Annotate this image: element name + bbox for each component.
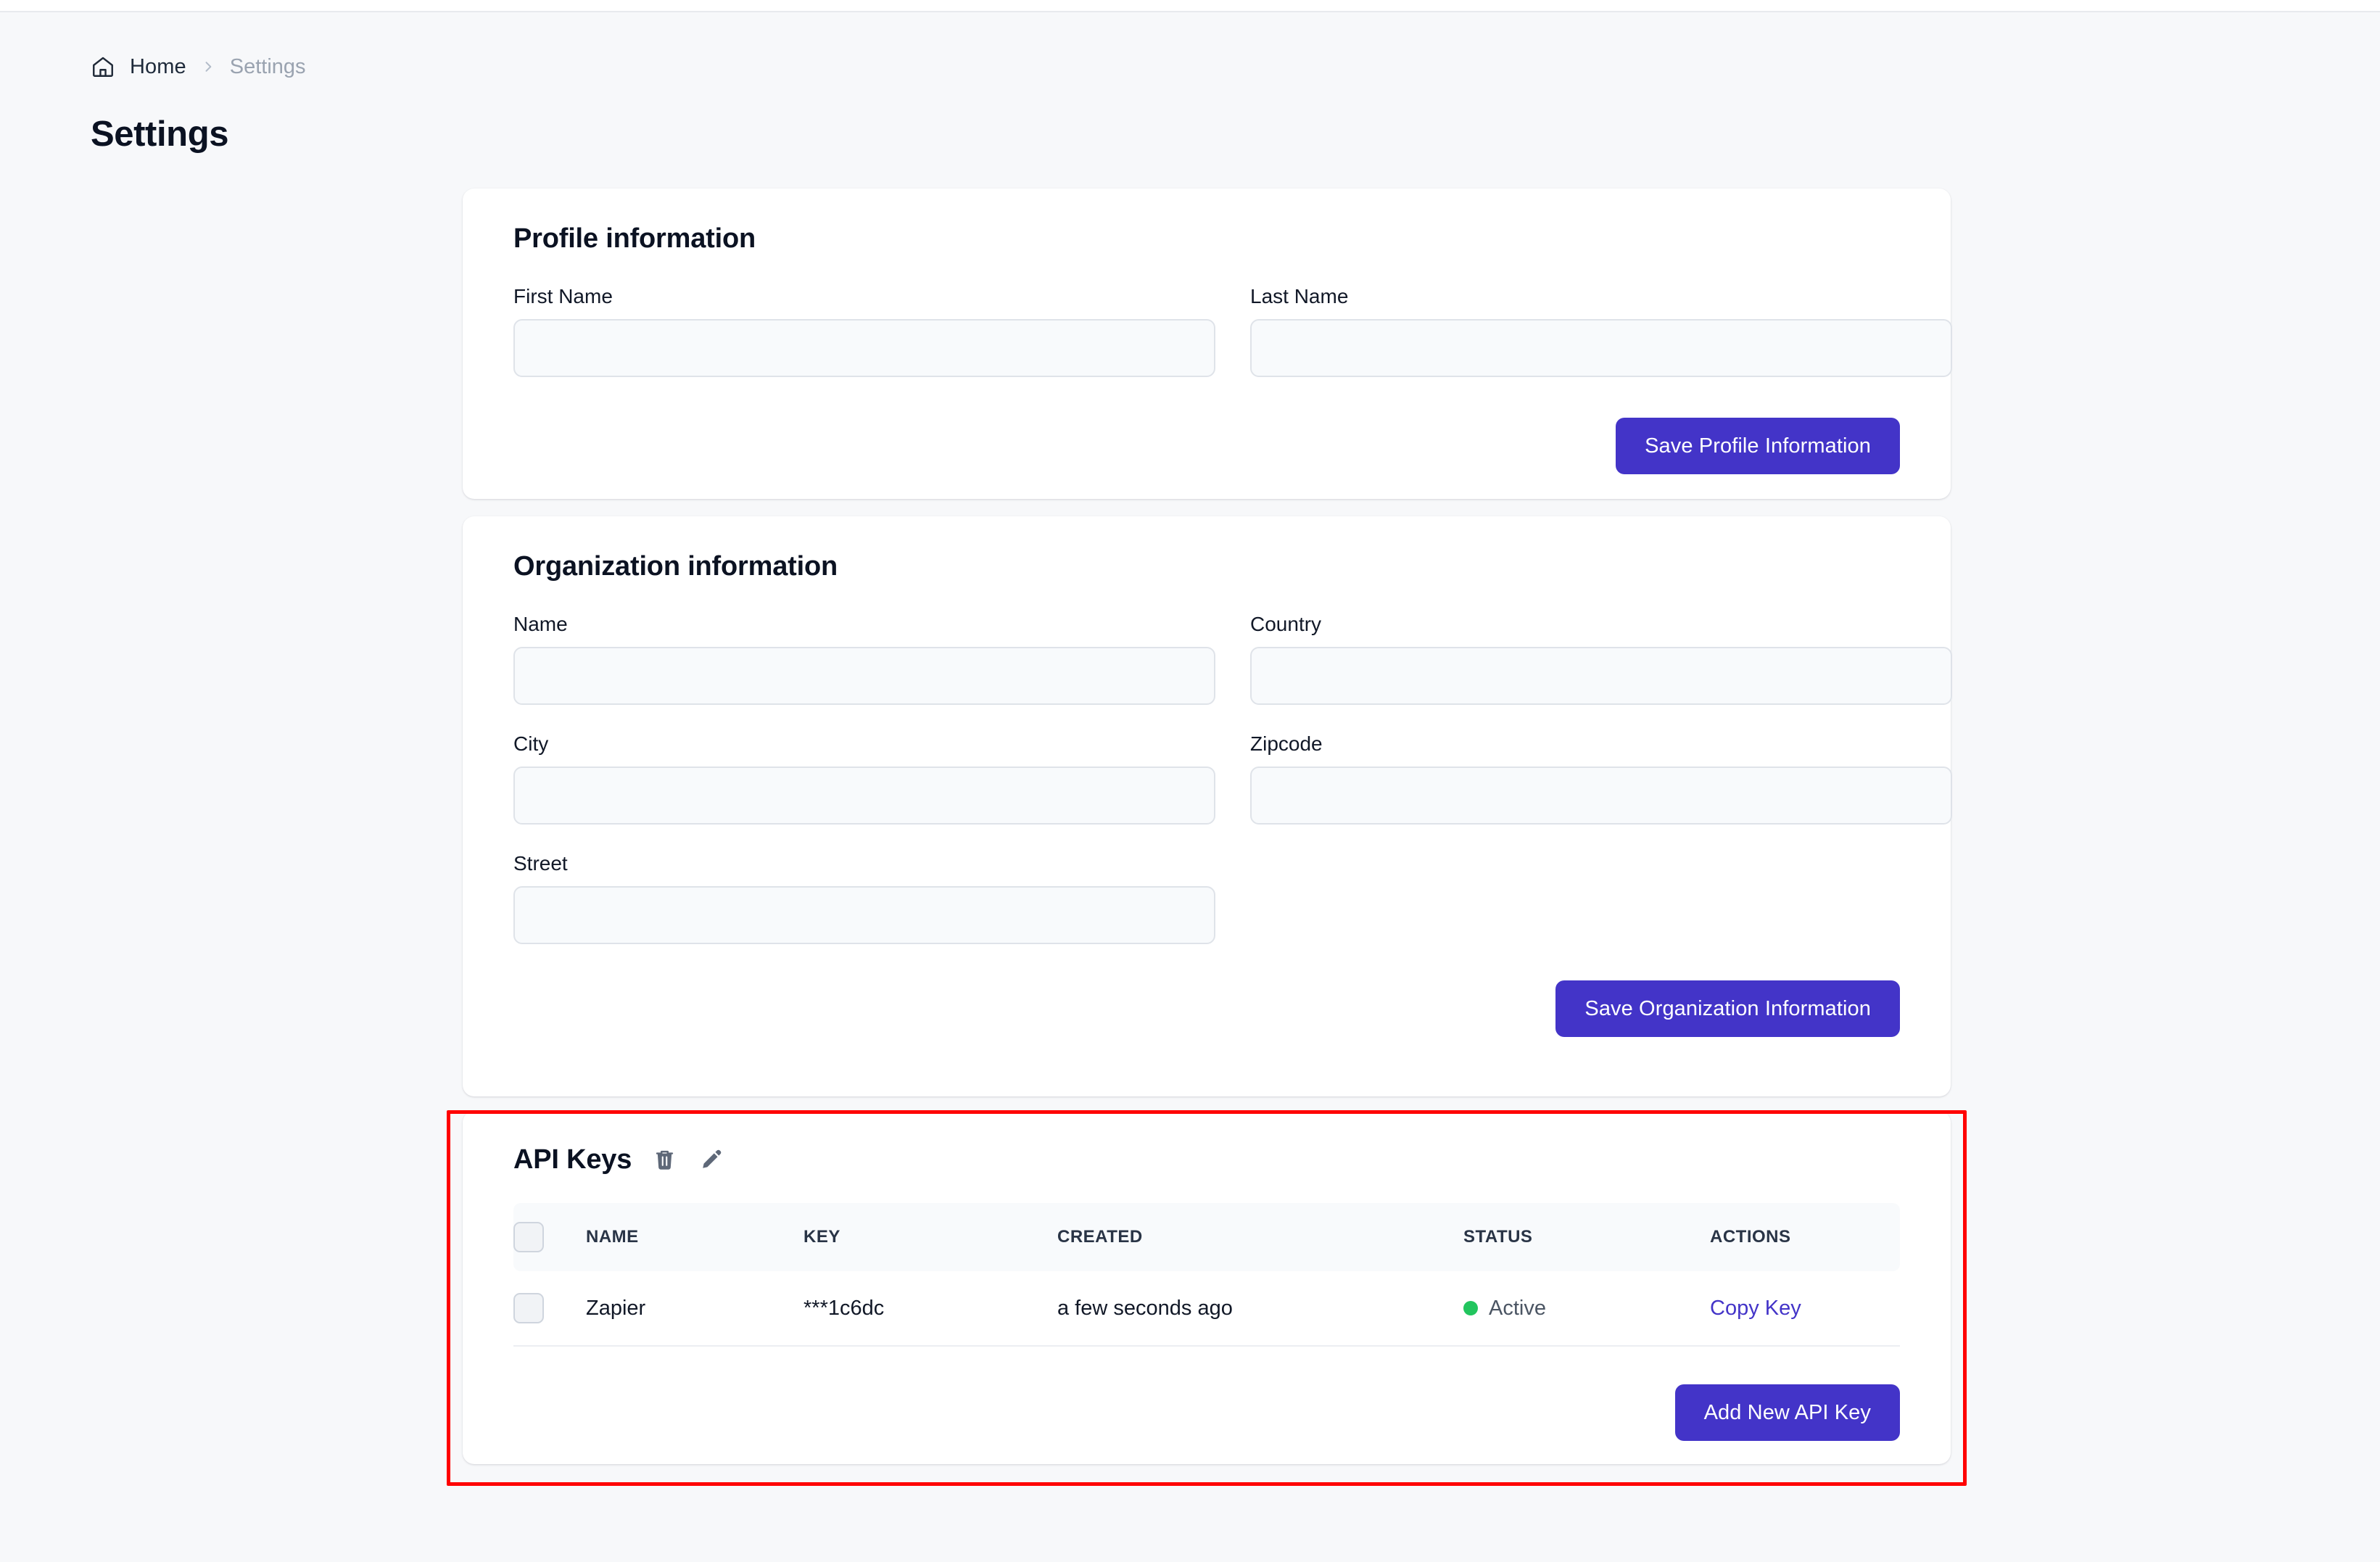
city-input[interactable]: [513, 766, 1215, 825]
breadcrumb: Home Settings: [91, 54, 306, 79]
save-profile-information-button[interactable]: Save Profile Information: [1616, 418, 1900, 474]
select-all-checkbox[interactable]: [513, 1222, 544, 1252]
copy-key-link[interactable]: Copy Key: [1710, 1297, 1801, 1320]
breadcrumb-home-link[interactable]: Home: [130, 55, 186, 79]
row-actions-cell: Copy Key: [1710, 1271, 1900, 1346]
city-field-group: City: [513, 732, 1215, 825]
select-all-header: [513, 1203, 586, 1271]
home-icon[interactable]: [91, 54, 115, 79]
page-title: Settings: [91, 114, 228, 154]
column-header-created: CREATED: [1057, 1203, 1463, 1271]
chevron-right-icon: [201, 59, 215, 74]
organization-card-title: Organization information: [513, 551, 1900, 582]
org-name-label: Name: [513, 613, 1215, 636]
country-input[interactable]: [1250, 647, 1952, 705]
zipcode-label: Zipcode: [1250, 732, 1952, 756]
street-input[interactable]: [513, 886, 1215, 944]
pencil-icon[interactable]: [697, 1146, 724, 1174]
row-key: ***1c6dc: [803, 1271, 1057, 1346]
row-name: Zapier: [586, 1271, 803, 1346]
profile-card-title: Profile information: [513, 223, 1900, 255]
save-organization-information-button[interactable]: Save Organization Information: [1555, 980, 1900, 1037]
profile-information-card: Profile information First Name Last Name…: [463, 189, 1951, 499]
street-field-group: Street: [513, 852, 1215, 944]
city-label: City: [513, 732, 1215, 756]
column-header-name: NAME: [586, 1203, 803, 1271]
api-keys-table-body: Zapier ***1c6dc a few seconds ago Active…: [513, 1271, 1900, 1346]
organization-fields-row-2: City Zipcode: [513, 732, 1900, 825]
row-created: a few seconds ago: [1057, 1271, 1463, 1346]
organization-actions: Save Organization Information: [513, 980, 1900, 1037]
first-name-field-group: First Name: [513, 285, 1215, 377]
column-header-actions: ACTIONS: [1710, 1203, 1900, 1271]
organization-fields-row-3: Street: [513, 852, 1900, 944]
last-name-input[interactable]: [1250, 319, 1952, 377]
api-keys-card: API Keys NAME KEY CR: [463, 1111, 1951, 1464]
street-label: Street: [513, 852, 1215, 875]
org-name-field-group: Name: [513, 613, 1215, 705]
row-status-cell: Active: [1463, 1271, 1710, 1346]
zipcode-field-group: Zipcode: [1250, 732, 1952, 825]
column-header-key: KEY: [803, 1203, 1057, 1271]
api-keys-title: API Keys: [513, 1144, 632, 1175]
country-field-group: Country: [1250, 613, 1952, 705]
api-keys-table: NAME KEY CREATED STATUS ACTIONS Zapier *…: [513, 1203, 1900, 1347]
top-bar: [0, 0, 2380, 12]
last-name-field-group: Last Name: [1250, 285, 1952, 377]
zipcode-input[interactable]: [1250, 766, 1952, 825]
row-select-cell: [513, 1271, 586, 1346]
first-name-label: First Name: [513, 285, 1215, 308]
last-name-label: Last Name: [1250, 285, 1952, 308]
organization-information-card: Organization information Name Country Ci…: [463, 516, 1951, 1096]
api-keys-table-head: NAME KEY CREATED STATUS ACTIONS: [513, 1203, 1900, 1271]
table-row: Zapier ***1c6dc a few seconds ago Active…: [513, 1271, 1900, 1346]
api-keys-header: API Keys: [513, 1144, 1900, 1175]
profile-actions: Save Profile Information: [513, 418, 1900, 474]
status-dot-icon: [1463, 1301, 1478, 1315]
organization-fields-row-1: Name Country: [513, 613, 1900, 705]
status-label: Active: [1489, 1297, 1546, 1321]
column-header-status: STATUS: [1463, 1203, 1710, 1271]
org-name-input[interactable]: [513, 647, 1215, 705]
status-badge: Active: [1463, 1297, 1710, 1321]
profile-fields: First Name Last Name: [513, 285, 1900, 377]
table-header-row: NAME KEY CREATED STATUS ACTIONS: [513, 1203, 1900, 1271]
api-keys-actions: Add New API Key: [513, 1384, 1900, 1441]
country-label: Country: [1250, 613, 1952, 636]
settings-page: Home Settings Settings Profile informati…: [0, 12, 2380, 1562]
row-checkbox[interactable]: [513, 1293, 544, 1323]
add-new-api-key-button[interactable]: Add New API Key: [1675, 1384, 1900, 1441]
breadcrumb-current: Settings: [230, 55, 306, 79]
trash-icon[interactable]: [650, 1146, 678, 1174]
first-name-input[interactable]: [513, 319, 1215, 377]
